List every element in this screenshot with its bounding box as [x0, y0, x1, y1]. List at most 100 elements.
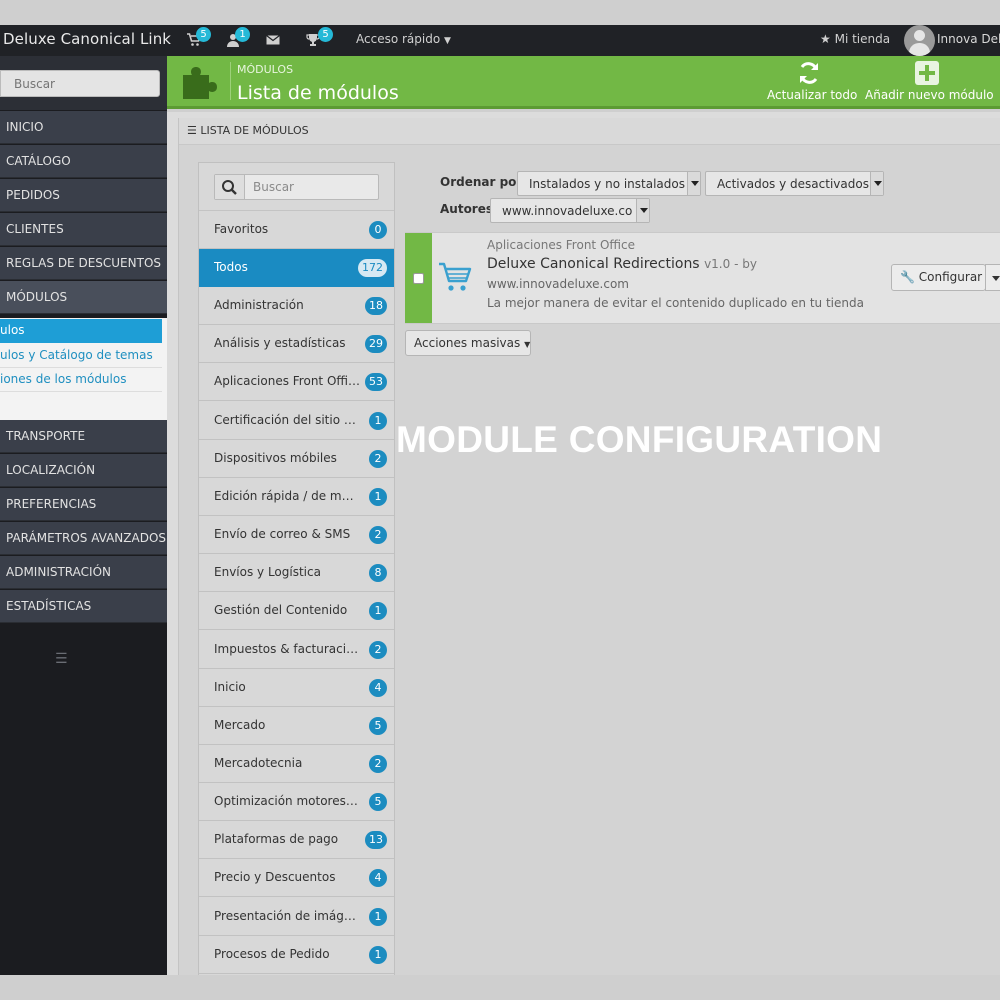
- category-label: Administración: [214, 298, 304, 312]
- category-item[interactable]: Impuestos & facturación 2: [199, 631, 394, 669]
- shop-brand[interactable]: Deluxe Canonical Link: [3, 30, 171, 48]
- category-item[interactable]: Mercadotecnia 2: [199, 745, 394, 783]
- trophies-badge: 5: [318, 27, 333, 42]
- category-item[interactable]: Presentación de imágen... 1: [199, 898, 394, 936]
- breadcrumb[interactable]: MÓDULOS: [237, 63, 293, 76]
- category-label: Todos: [214, 260, 248, 274]
- sidebar-item-localizacion[interactable]: LOCALIZACIÓN: [0, 454, 167, 487]
- star-icon: ★: [820, 32, 831, 46]
- category-search-input[interactable]: Buscar: [214, 174, 379, 200]
- category-count-badge: 2: [369, 450, 387, 468]
- category-item[interactable]: Envíos y Logística 8: [199, 554, 394, 592]
- submenu-item-modules[interactable]: ulos: [0, 319, 162, 343]
- category-label: Inicio: [214, 680, 246, 694]
- sidebar-item-catalogo[interactable]: CATÁLOGO: [0, 145, 167, 178]
- category-item[interactable]: Precio y Descuentos 4: [199, 859, 394, 897]
- wrench-icon: 🔧: [900, 270, 915, 284]
- sort-by-label: Ordenar por: [440, 175, 523, 189]
- category-count-badge: 1: [369, 412, 387, 430]
- category-item[interactable]: Gestión del Contenido 1: [199, 592, 394, 630]
- module-description: La mejor manera de evitar el contenido d…: [487, 296, 864, 310]
- category-count-badge: 53: [365, 373, 387, 391]
- page-title: Lista de módulos: [237, 82, 399, 104]
- add-module-button[interactable]: Añadir nuevo módulo: [865, 61, 994, 105]
- my-store-label: Mi tienda: [834, 32, 891, 46]
- category-search-placeholder: Buscar: [253, 180, 294, 194]
- category-item[interactable]: Análisis y estadísticas 29: [199, 325, 394, 363]
- collapse-menu-icon[interactable]: ☰: [55, 651, 68, 667]
- configure-button[interactable]: 🔧 Configurar: [891, 264, 986, 291]
- customers-badge: 1: [235, 27, 250, 42]
- category-item[interactable]: Procesos de Pedido 1: [199, 936, 394, 974]
- category-count-badge: 8: [369, 564, 387, 582]
- refresh-all-label: Actualizar todo: [767, 88, 858, 102]
- sidebar-item-preferencias[interactable]: PREFERENCIAS: [0, 488, 167, 521]
- category-item[interactable]: Administración 18: [199, 287, 394, 325]
- sidebar: INICIO CATÁLOGO PEDIDOS CLIENTES REGLAS …: [0, 56, 167, 975]
- sidebar-item-administracion[interactable]: ADMINISTRACIÓN: [0, 556, 167, 589]
- category-count-badge: 2: [369, 526, 387, 544]
- category-label: Mercado: [214, 718, 266, 732]
- sort-status-value: Activados y desactivados: [717, 177, 869, 191]
- category-count-badge: 5: [369, 717, 387, 735]
- category-count-badge: 29: [365, 335, 387, 353]
- category-label: Impuestos & facturación: [214, 642, 360, 656]
- category-item[interactable]: Favoritos 0: [199, 211, 394, 249]
- cart-icon[interactable]: 5: [187, 27, 211, 47]
- category-item[interactable]: Aplicaciones Front Office 53: [199, 363, 394, 401]
- trophy-icon[interactable]: 5: [306, 27, 333, 47]
- sidebar-item-inicio[interactable]: INICIO: [0, 111, 167, 144]
- submenu-item-module-positions[interactable]: iones de los módulos: [0, 368, 162, 392]
- category-count-badge: 4: [369, 679, 387, 697]
- module-author[interactable]: www.innovadeluxe.com: [487, 277, 629, 291]
- refresh-all-button[interactable]: Actualizar todo: [767, 61, 857, 105]
- sidebar-item-estadisticas[interactable]: ESTADÍSTICAS: [0, 590, 167, 623]
- category-count-badge: 1: [369, 488, 387, 506]
- category-item[interactable]: Todos 172: [199, 249, 394, 287]
- user-icon[interactable]: 1: [226, 27, 250, 47]
- bulk-actions-button[interactable]: Acciones masivas ▼: [405, 330, 531, 356]
- category-item[interactable]: Optimización motores d... 5: [199, 783, 394, 821]
- module-checkbox[interactable]: [413, 273, 424, 284]
- quick-access-label: Acceso rápido: [356, 32, 441, 46]
- search-icon[interactable]: [215, 175, 245, 199]
- plus-icon: [915, 61, 939, 85]
- my-store-link[interactable]: ★ Mi tienda: [820, 32, 890, 46]
- quick-access-menu[interactable]: Acceso rápido ▼: [356, 32, 451, 46]
- sidebar-submenu: ulos ulos y Catálogo de temas iones de l…: [0, 318, 167, 420]
- category-item[interactable]: Edición rápida / de masa 1: [199, 478, 394, 516]
- category-label: Precio y Descuentos: [214, 870, 336, 884]
- category-item[interactable]: Certificación del sitio & ... 1: [199, 402, 394, 440]
- category-count-badge: 4: [369, 869, 387, 887]
- list-icon: ☰: [187, 124, 197, 137]
- configure-label: Configurar: [918, 270, 983, 284]
- category-item[interactable]: Envío de correo & SMS 2: [199, 516, 394, 554]
- category-item[interactable]: Plataformas de pago 13: [199, 821, 394, 859]
- sidebar-search-input[interactable]: [0, 70, 160, 97]
- page-top-margin: [0, 0, 1000, 25]
- cart-icon: [439, 262, 472, 291]
- sidebar-item-transporte[interactable]: TRANSPORTE: [0, 420, 167, 453]
- category-item[interactable]: Dispositivos móbiles 2: [199, 440, 394, 478]
- refresh-icon: [800, 62, 818, 84]
- category-item[interactable]: Mercado 5: [199, 707, 394, 745]
- sidebar-item-parametros-avanzados[interactable]: PARÁMETROS AVANZADOS: [0, 522, 167, 555]
- overlay-title: MODULE CONFIGURATION: [396, 419, 883, 460]
- employee-name[interactable]: Innova Deluxe: [937, 32, 1000, 46]
- category-item[interactable]: Inicio 4: [199, 669, 394, 707]
- configure-dropdown-button[interactable]: [985, 264, 1000, 291]
- add-module-label: Añadir nuevo módulo: [865, 88, 994, 102]
- authors-select[interactable]: www.innovadeluxe.co: [490, 198, 650, 223]
- sidebar-item-reglas-descuentos[interactable]: REGLAS DE DESCUENTOS: [0, 247, 167, 280]
- category-search: Buscar: [199, 163, 394, 211]
- sort-install-select[interactable]: Instalados y no instalados: [517, 171, 701, 196]
- envelope-icon[interactable]: [266, 33, 280, 47]
- sidebar-item-modulos[interactable]: MÓDULOS: [0, 281, 167, 314]
- sidebar-item-clientes[interactable]: CLIENTES: [0, 213, 167, 246]
- avatar[interactable]: [904, 25, 935, 56]
- category-label: Aplicaciones Front Office: [214, 374, 360, 388]
- sidebar-item-pedidos[interactable]: PEDIDOS: [0, 179, 167, 212]
- sort-status-select[interactable]: Activados y desactivados: [705, 171, 884, 196]
- submenu-item-themes-catalog[interactable]: ulos y Catálogo de temas: [0, 344, 162, 368]
- category-count-badge: 1: [369, 602, 387, 620]
